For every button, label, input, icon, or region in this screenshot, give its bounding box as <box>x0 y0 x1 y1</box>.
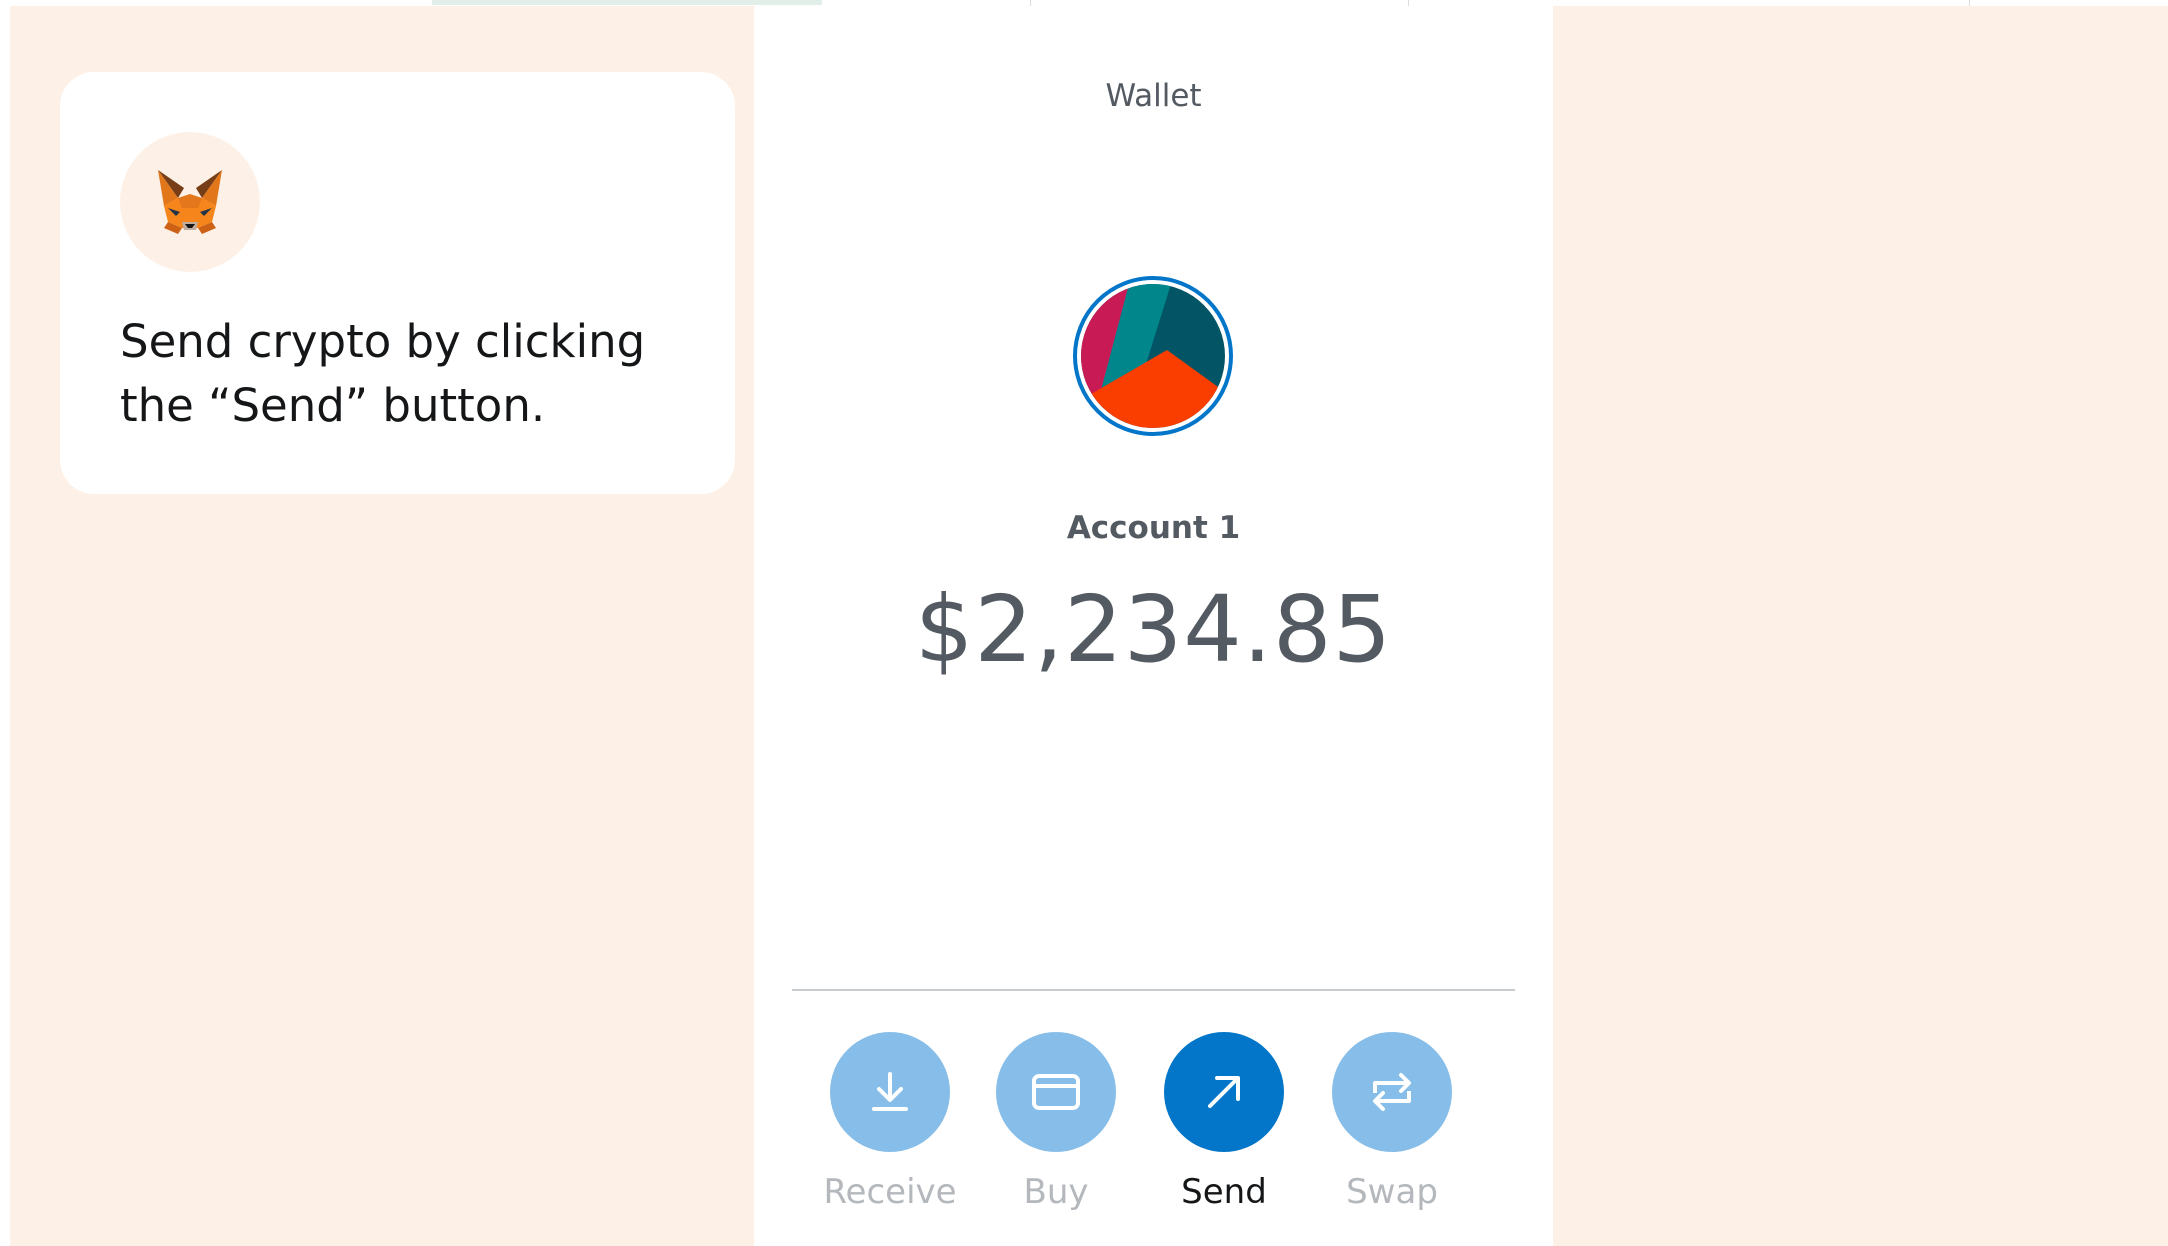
tutorial-panel: Send crypto by clicking the “Send” butto… <box>10 6 754 1246</box>
metamask-fox-icon-svg <box>158 170 222 234</box>
account-jazzicon <box>1081 284 1225 428</box>
send-button[interactable]: Send <box>1144 1032 1304 1212</box>
swap-button[interactable]: Swap <box>1312 1032 1472 1212</box>
receive-label: Receive <box>823 1172 957 1212</box>
swap-button-circle[interactable] <box>1332 1032 1452 1152</box>
download-icon <box>872 1072 908 1111</box>
buy-label: Buy <box>1023 1172 1089 1212</box>
swap-arrows-icon <box>1373 1073 1411 1111</box>
arrow-up-right-icon <box>1208 1076 1240 1108</box>
card-icon <box>1032 1074 1080 1110</box>
account-avatar[interactable] <box>1073 276 1233 436</box>
send-button-circle[interactable] <box>1164 1032 1284 1152</box>
right-backdrop <box>1553 6 2168 1246</box>
divider <box>792 989 1515 991</box>
buy-button-circle[interactable] <box>996 1032 1116 1152</box>
tooltip-card: Send crypto by clicking the “Send” butto… <box>60 72 735 494</box>
top-tab-highlight <box>432 0 822 5</box>
receive-button[interactable]: Receive <box>810 1032 970 1212</box>
wallet-panel: Wallet Account 1 $2,234.85 Receive Buy S… <box>754 6 1553 1246</box>
swap-label: Swap <box>1346 1172 1438 1212</box>
tooltip-message: Send crypto by clicking the “Send” butto… <box>120 315 646 432</box>
wallet-title: Wallet <box>1105 78 1202 114</box>
receive-button-circle[interactable] <box>830 1032 950 1152</box>
account-balance: $2,234.85 <box>914 576 1393 683</box>
send-label: Send <box>1181 1172 1267 1212</box>
metamask-fox-icon <box>120 132 260 272</box>
buy-button[interactable]: Buy <box>976 1032 1136 1212</box>
account-name[interactable]: Account 1 <box>754 510 1553 546</box>
left-edge <box>0 6 10 1246</box>
